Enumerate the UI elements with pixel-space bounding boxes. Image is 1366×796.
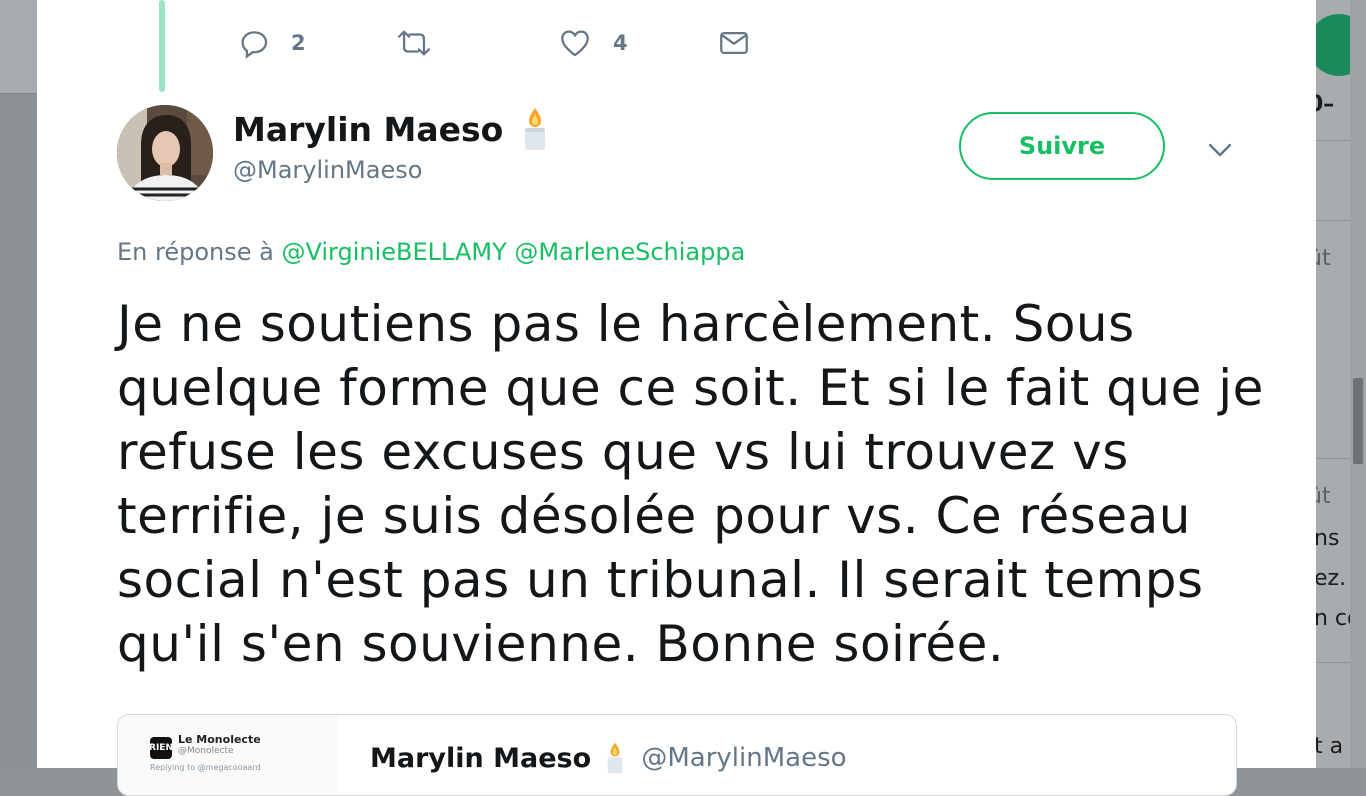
scrollbar-thumb[interactable] (1353, 378, 1363, 464)
candle-icon (525, 108, 546, 150)
page-scrollbar[interactable] (1350, 0, 1366, 768)
heart-icon (561, 30, 589, 57)
background-text-fragment: 0– (1316, 92, 1335, 117)
like-count: 4 (613, 31, 628, 55)
tweet-text-line: terrifie, je suis désolée pour vs. Ce ré… (117, 487, 1191, 545)
monolecte-logo: RIEN (149, 737, 173, 759)
tweet-text-line: quelque forme que ce soit. Et si le fait… (117, 359, 1264, 417)
reply-prefix: En réponse à (117, 238, 274, 266)
tweet-text: Je ne soutiens pas le harcèlement. Sous … (117, 292, 1264, 676)
quoted-media-thumbnail: RIEN Le Monolecte @Monolecte Replying to… (118, 715, 338, 795)
reply-icon (241, 31, 268, 59)
tweet-modal: 2 4 Marylin Maeso @MarylinMaeso Suivre E… (37, 0, 1316, 796)
background-text-fragment: t a (1316, 734, 1344, 759)
background-header-strip (0, 0, 37, 94)
chevron-down-icon[interactable] (1207, 140, 1233, 162)
quoted-author: Marylin Maeso @MarylinMaeso (370, 741, 847, 775)
tweet-text-line: qu'il s'en souvienne. Bonne soirée. (117, 615, 1005, 673)
follow-button[interactable]: Suivre (959, 112, 1165, 180)
mention-link[interactable]: @MarleneSchiappa (514, 238, 745, 266)
quoted-tweet-card[interactable]: RIEN Le Monolecte @Monolecte Replying to… (117, 714, 1237, 796)
tweet-text-line: refuse les excuses que vs lui trouvez vs (117, 423, 1129, 481)
tweet-text-line: Je ne soutiens pas le harcèlement. Sous (117, 295, 1135, 353)
candle-icon (607, 742, 623, 774)
direct-message-button[interactable] (717, 26, 751, 60)
thumbnail-handle: @Monolecte (178, 746, 234, 756)
quoted-handle: @MarylinMaeso (641, 743, 847, 773)
thread-connector-line (159, 0, 165, 92)
author-display-name[interactable]: Marylin Maeso (233, 110, 503, 149)
author-handle[interactable]: @MarylinMaeso (233, 156, 550, 184)
background-text-fragment: ez. (1316, 566, 1347, 591)
like-button[interactable]: 4 (557, 26, 628, 60)
background-text-fragment: ns (1316, 526, 1340, 551)
mention-link[interactable]: @VirginieBELLAMY (281, 238, 506, 266)
background-page-left (0, 0, 37, 768)
background-text-fragment: ût (1316, 484, 1331, 509)
retweet-button[interactable] (395, 26, 453, 60)
author-avatar[interactable] (117, 105, 213, 201)
tweet-text-line: social n'est pas un tribunal. Il serait … (117, 551, 1204, 609)
avatar-photo (117, 105, 213, 201)
author-info: Marylin Maeso @MarylinMaeso (233, 106, 550, 184)
quoted-display-name: Marylin Maeso (370, 742, 592, 774)
reply-context: En réponse à @VirginieBELLAMY @MarleneSc… (117, 238, 745, 266)
background-text-fragment: ût (1316, 246, 1331, 271)
reply-count: 2 (291, 31, 306, 55)
envelope-icon (720, 31, 748, 55)
retweet-icon (397, 30, 431, 56)
thumbnail-title: Le Monolecte (178, 733, 261, 746)
reply-button[interactable]: 2 (237, 26, 306, 60)
